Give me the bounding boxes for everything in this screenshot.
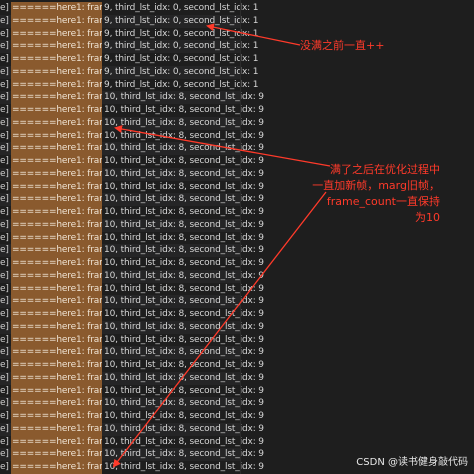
- arrow-to-first-lines: [206, 23, 301, 46]
- watermark: CSDN @读书健身敲代码: [356, 457, 468, 468]
- annotation-arrows: [112, 23, 331, 468]
- arrow-to-frame-10-start: [114, 125, 331, 167]
- arrow-to-last-line: [112, 191, 327, 468]
